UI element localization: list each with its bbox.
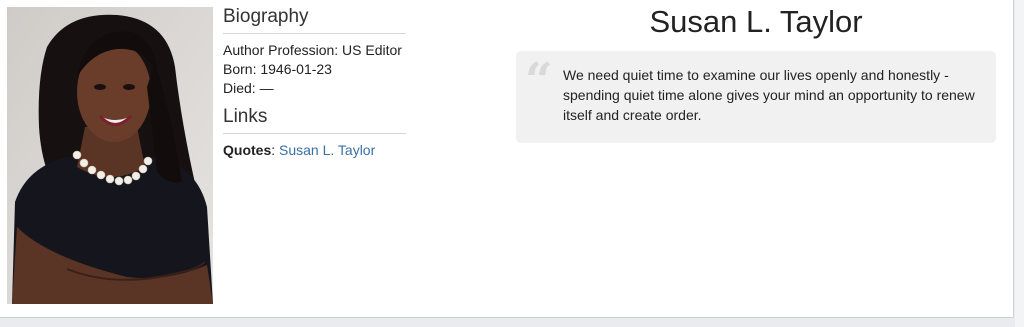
died-date: Died: —: [223, 80, 274, 96]
born-date: Born: 1946-01-23: [223, 61, 332, 77]
author-photo-image: [7, 7, 213, 304]
quote-text: We need quiet time to examine our lives …: [563, 67, 975, 123]
author-photo: [7, 7, 213, 304]
quote-block: “ We need quiet time to examine our live…: [516, 51, 996, 143]
bio-panel: Biography Author Profession: US Editor B…: [223, 6, 406, 160]
scroll-edge: [1015, 0, 1024, 327]
author-card: Biography Author Profession: US Editor B…: [0, 0, 1014, 318]
author-name-title: Susan L. Taylor: [649, 4, 863, 39]
author-profession: Author Profession: US Editor: [223, 42, 402, 58]
links-heading: Links: [223, 106, 406, 134]
quote-icon: “: [525, 53, 553, 109]
quotes-label: Quotes: [223, 142, 272, 158]
quotes-author-link[interactable]: Susan L. Taylor: [279, 142, 375, 158]
quotes-link-row: Quotes: Susan L. Taylor: [223, 141, 406, 160]
quotes-separator: :: [271, 142, 280, 158]
biography-heading: Biography: [223, 6, 406, 34]
